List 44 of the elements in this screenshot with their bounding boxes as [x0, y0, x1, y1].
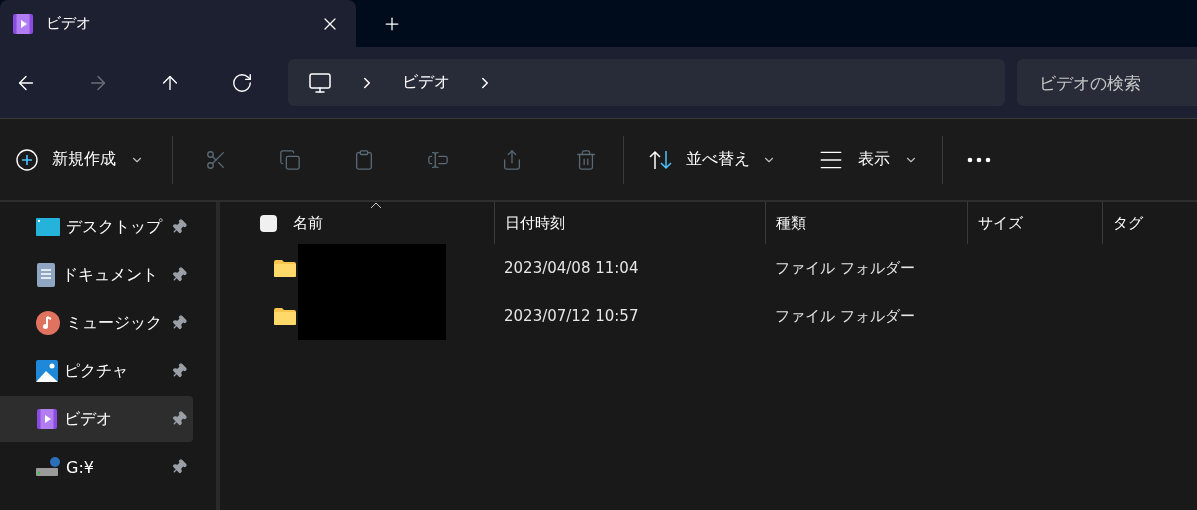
video-icon — [36, 408, 58, 430]
column-header[interactable]: タグ — [1113, 213, 1143, 233]
tab-title: ビデオ — [46, 14, 92, 33]
folder-icon — [274, 259, 296, 277]
browser-tab[interactable]: ビデオ — [0, 0, 356, 47]
date-cell-text: 2023/04/08 11:04 — [503, 259, 640, 277]
music-icon — [36, 311, 60, 335]
select-all-checkbox[interactable] — [260, 214, 277, 232]
sidebar-item[interactable]: ドキュメント — [0, 252, 193, 298]
sidebar-item[interactable]: デスクトップ — [0, 204, 193, 250]
sort-icon — [648, 148, 674, 171]
sidebar-item[interactable]: ピクチャ — [0, 348, 193, 394]
sort-caret-icon — [370, 202, 382, 209]
drive-icon — [36, 456, 60, 478]
breadcrumb-item[interactable]: ビデオ — [402, 72, 450, 93]
date-cell-text: 2023/07/12 10:57 — [503, 307, 640, 325]
picture-icon — [36, 360, 58, 382]
refresh-icon — [231, 71, 253, 94]
sidebar-item[interactable]: ミュージック — [0, 300, 193, 346]
column-header[interactable]: 種類 — [776, 213, 806, 233]
address-bar[interactable]: ビデオ — [288, 59, 1005, 106]
column-header[interactable]: 名前 — [293, 213, 323, 233]
more-icon — [967, 156, 991, 163]
search-field[interactable]: ビデオの検索 — [1017, 59, 1197, 106]
column-header[interactable]: サイズ — [978, 213, 1023, 233]
desktop-icon — [36, 218, 60, 236]
copy-icon — [279, 148, 301, 171]
clipboard-icon — [353, 148, 375, 171]
document-icon — [36, 263, 56, 287]
scissors-icon — [205, 148, 227, 171]
monitor-icon — [308, 70, 332, 95]
sidebar-item[interactable]: G:¥ — [0, 444, 193, 490]
type-cell-text: ファイル フォルダー — [774, 306, 916, 326]
column-header[interactable]: 日付時刻 — [505, 213, 565, 233]
video-icon — [12, 12, 34, 35]
sort-button[interactable]: 並べ替え — [648, 148, 776, 171]
sidebar-item[interactable]: ビデオ — [0, 396, 193, 442]
new-button[interactable]: 新規作成 — [16, 148, 144, 171]
plus-circle-icon — [16, 148, 38, 171]
folder-icon — [274, 307, 296, 325]
share-icon — [501, 148, 523, 171]
view-button[interactable]: 表示 — [818, 146, 918, 173]
type-cell-text: ファイル フォルダー — [774, 258, 916, 278]
trash-icon — [575, 148, 597, 171]
